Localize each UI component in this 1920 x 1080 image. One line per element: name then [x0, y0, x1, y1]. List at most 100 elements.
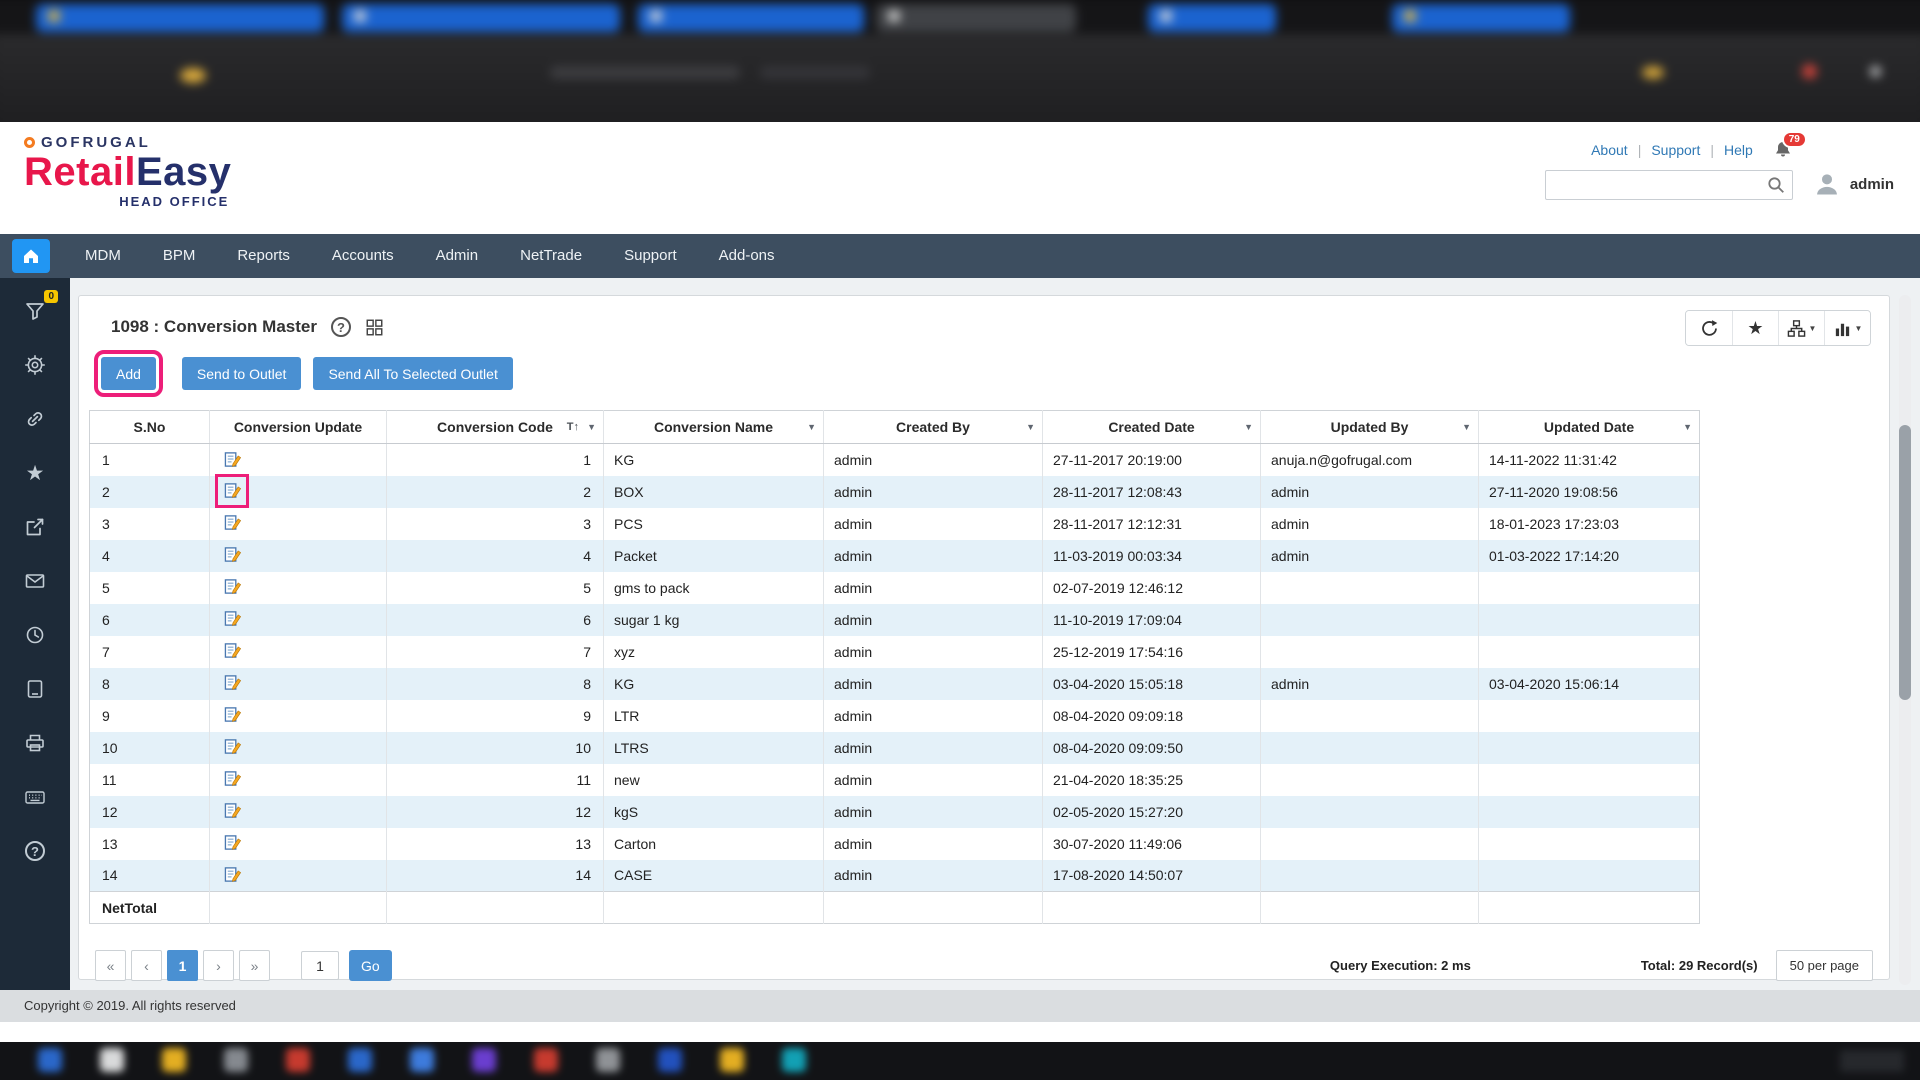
pagination-next[interactable]: ›: [203, 950, 234, 981]
column-filter-caret-icon[interactable]: ▼: [1683, 422, 1692, 432]
conversion-update-edit-icon[interactable]: [222, 801, 242, 821]
column-label: S.No: [134, 419, 166, 435]
send-to-outlet-button[interactable]: Send to Outlet: [182, 357, 302, 390]
page-help-icon[interactable]: ?: [331, 317, 351, 337]
cell-conversion-name: sugar 1 kg: [614, 612, 679, 628]
keyboard-icon[interactable]: [22, 784, 48, 810]
vertical-scrollbar[interactable]: [1899, 295, 1911, 985]
sort-indicator-icon[interactable]: T↑: [567, 421, 579, 433]
page-number-input[interactable]: [301, 951, 339, 980]
nav-item-reports[interactable]: Reports: [216, 234, 311, 278]
cell-created-by: admin: [834, 548, 872, 564]
cell-updated-date: 01-03-2022 17:14:20: [1489, 548, 1619, 564]
column-filter-caret-icon[interactable]: ▼: [1462, 422, 1471, 432]
hierarchy-icon: [1787, 319, 1806, 338]
nav-item-bpm[interactable]: BPM: [142, 234, 217, 278]
conversion-update-edit-icon[interactable]: [222, 609, 242, 629]
column-header-updated-by[interactable]: Updated By ▼: [1261, 411, 1479, 444]
cell-conversion-code: 5: [583, 580, 591, 596]
print-icon[interactable]: [22, 730, 48, 756]
filter-icon[interactable]: 0: [22, 298, 48, 324]
nav-item-accounts[interactable]: Accounts: [311, 234, 415, 278]
user-menu[interactable]: admin: [1813, 170, 1894, 198]
hierarchy-view-button[interactable]: ▼: [1778, 311, 1824, 345]
column-filter-caret-icon[interactable]: ▼: [587, 422, 596, 432]
notification-count-badge: 79: [1782, 131, 1807, 148]
cell-conversion-name: PCS: [614, 516, 643, 532]
nav-item-support[interactable]: Support: [603, 234, 698, 278]
settings-gear-icon[interactable]: [22, 352, 48, 378]
conversion-update-edit-icon[interactable]: [222, 673, 242, 693]
nav-item-nettrade[interactable]: NetTrade: [499, 234, 603, 278]
cell-updated-by: anuja.n@gofrugal.com: [1271, 452, 1412, 468]
per-page-select[interactable]: 50 per page: [1776, 950, 1873, 981]
header-link-support[interactable]: Support: [1651, 142, 1700, 158]
layout-grid-icon[interactable]: [365, 318, 384, 337]
search-input[interactable]: [1545, 170, 1793, 200]
scrollbar-thumb[interactable]: [1899, 425, 1911, 700]
column-header-s-no[interactable]: S.No: [90, 411, 210, 444]
column-filter-caret-icon[interactable]: ▼: [807, 422, 816, 432]
mail-icon[interactable]: [22, 568, 48, 594]
nav-item-mdm[interactable]: MDM: [64, 234, 142, 278]
column-header-updated-date[interactable]: Updated Date▼: [1479, 411, 1700, 444]
header-link-about[interactable]: About: [1591, 142, 1628, 158]
header-link-help[interactable]: Help: [1724, 142, 1753, 158]
send-all-to-selected-outlet-button[interactable]: Send All To Selected Outlet: [313, 357, 512, 390]
column-header-conversion-code[interactable]: Conversion CodeT↑▼: [387, 411, 604, 444]
conversion-update-edit-icon[interactable]: [222, 865, 242, 885]
nav-item-admin[interactable]: Admin: [415, 234, 500, 278]
conversion-update-edit-icon[interactable]: [222, 545, 242, 565]
column-header-created-date[interactable]: Created Date▼: [1043, 411, 1261, 444]
refresh-button[interactable]: [1686, 311, 1732, 345]
cell-sno: 5: [102, 580, 110, 596]
link-icon[interactable]: [22, 406, 48, 432]
table-body: 1 1 KG admin 27-11-2017 20:19:00 anuja.n…: [90, 444, 1700, 892]
column-header-created-by[interactable]: Created By▼: [824, 411, 1043, 444]
query-execution-label: Query Execution: 2 ms: [1330, 958, 1471, 973]
cell-conversion-name: Packet: [614, 548, 657, 564]
cell-created-by: admin: [834, 452, 872, 468]
search-icon[interactable]: [1767, 176, 1785, 194]
card-toolbar: ★ ▼ ▼: [1685, 310, 1871, 346]
conversion-update-edit-icon[interactable]: [222, 833, 242, 853]
favorite-button[interactable]: ★: [1732, 311, 1778, 345]
cell-conversion-name: kgS: [614, 804, 638, 820]
table-row: 10 10 LTRS admin 08-04-2020 09:09:50: [90, 732, 1700, 764]
device-monitor-icon[interactable]: [22, 676, 48, 702]
content-card: 1098 : Conversion Master ?: [78, 295, 1890, 980]
column-header-conversion-name[interactable]: Conversion Name▼: [604, 411, 824, 444]
conversion-update-edit-icon[interactable]: [222, 481, 242, 501]
pagination-prev[interactable]: ‹: [131, 950, 162, 981]
table-row: 7 7 xyz admin 25-12-2019 17:54:16: [90, 636, 1700, 668]
go-button[interactable]: Go: [349, 950, 392, 981]
conversion-update-edit-icon[interactable]: [222, 705, 242, 725]
chart-view-button[interactable]: ▼: [1824, 311, 1870, 345]
favorites-star-icon[interactable]: ★: [22, 460, 48, 486]
column-label: Conversion Update: [234, 419, 362, 435]
notification-bell[interactable]: 79: [1773, 140, 1793, 160]
link-separator: |: [1710, 142, 1714, 158]
pagination-page-1[interactable]: 1: [167, 950, 198, 981]
conversion-update-edit-icon[interactable]: [222, 737, 242, 757]
add-button[interactable]: Add: [101, 357, 156, 390]
nav-home[interactable]: [12, 239, 50, 273]
pagination-first[interactable]: «: [95, 950, 126, 981]
column-filter-caret-icon[interactable]: ▼: [1244, 422, 1253, 432]
table-row: 6 6 sugar 1 kg admin 11-10-2019 17:09:04: [90, 604, 1700, 636]
column-header-conversion-update[interactable]: Conversion Update: [210, 411, 387, 444]
column-label: Updated By: [1331, 419, 1409, 435]
conversion-update-edit-icon[interactable]: [222, 449, 242, 469]
conversion-update-edit-icon[interactable]: [222, 641, 242, 661]
conversion-update-edit-icon[interactable]: [222, 577, 242, 597]
help-icon[interactable]: ?: [22, 838, 48, 864]
column-filter-caret-icon[interactable]: ▼: [1026, 422, 1035, 432]
nav-item-add-ons[interactable]: Add-ons: [698, 234, 796, 278]
conversion-update-edit-icon[interactable]: [222, 513, 242, 533]
pagination-last[interactable]: »: [239, 950, 270, 981]
cell-created-date: 03-04-2020 15:05:18: [1053, 676, 1183, 692]
export-send-icon[interactable]: [22, 514, 48, 540]
conversion-update-edit-icon[interactable]: [222, 769, 242, 789]
history-clock-icon[interactable]: [22, 622, 48, 648]
conversion-master-table: S.NoConversion UpdateConversion CodeT↑▼C…: [89, 410, 1700, 924]
